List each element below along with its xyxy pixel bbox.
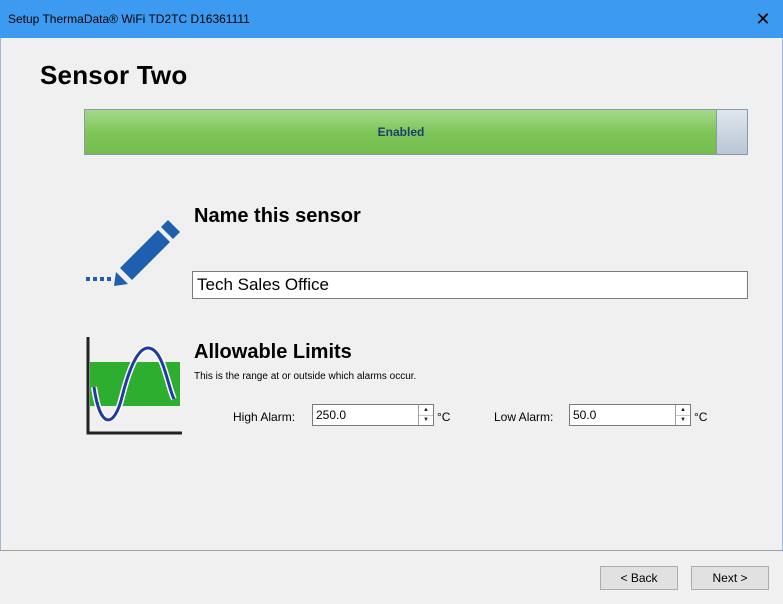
low-alarm-unit: °C	[694, 410, 708, 424]
spin-up-icon[interactable]: ▲	[676, 405, 690, 416]
limits-description: This is the range at or outside which al…	[194, 371, 417, 382]
high-alarm-unit: °C	[437, 410, 451, 424]
window-title: Setup ThermaData® WiFi TD2TC D16361111	[8, 12, 250, 26]
next-button[interactable]: Next >	[691, 566, 769, 590]
pencil-icon	[86, 220, 180, 286]
sensor-name-input[interactable]	[192, 271, 748, 299]
page-title: Sensor Two	[40, 60, 188, 90]
low-alarm-label: Low Alarm:	[494, 410, 554, 424]
back-button[interactable]: < Back	[600, 566, 678, 590]
enabled-toggle[interactable]: Enabled	[84, 109, 748, 155]
low-alarm-spinbox[interactable]: 50.0 ▲ ▼	[569, 404, 691, 426]
high-alarm-spinbox[interactable]: 250.0 ▲ ▼	[312, 404, 434, 426]
low-alarm-value[interactable]: 50.0	[573, 408, 596, 422]
limits-section-title: Allowable Limits	[194, 341, 352, 363]
spin-up-icon[interactable]: ▲	[419, 405, 433, 416]
name-section-title: Name this sensor	[194, 205, 361, 227]
title-bar: Setup ThermaData® WiFi TD2TC D16361111 ✕	[0, 0, 783, 38]
toggle-label: Enabled	[377, 125, 425, 139]
high-alarm-label: High Alarm:	[233, 410, 296, 424]
high-alarm-stepper[interactable]: ▲ ▼	[418, 405, 433, 425]
spin-down-icon[interactable]: ▼	[676, 416, 690, 426]
toggle-thumb[interactable]	[716, 109, 748, 155]
close-icon[interactable]: ✕	[743, 0, 783, 38]
high-alarm-value[interactable]: 250.0	[316, 408, 346, 422]
spin-down-icon[interactable]: ▼	[419, 416, 433, 426]
sine-chart-icon	[86, 337, 182, 435]
low-alarm-stepper[interactable]: ▲ ▼	[675, 405, 690, 425]
